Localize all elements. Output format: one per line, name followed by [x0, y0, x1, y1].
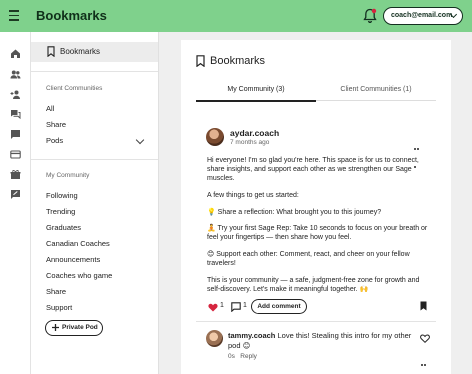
private-pod-label: Private Pod	[62, 324, 98, 331]
icon-rail	[0, 32, 31, 374]
comment-count: 1	[243, 302, 247, 309]
sidebar-item-canadian-coaches[interactable]: Canadian Coaches	[46, 239, 110, 248]
sidebar-item-support[interactable]: Support	[46, 303, 72, 312]
forum-icon[interactable]	[10, 109, 21, 120]
divider	[196, 321, 436, 322]
account-menu-button[interactable]: coach@email.com	[383, 7, 463, 25]
section-heading-my-community: My Community	[46, 172, 90, 179]
comment-timestamp: 0s	[228, 353, 235, 360]
sidebar-item-label: Bookmarks	[60, 47, 101, 56]
feedback-icon[interactable]	[10, 189, 21, 200]
add-person-icon[interactable]	[10, 89, 21, 100]
notification-bell-icon[interactable]	[363, 8, 377, 24]
bookmark-icon	[47, 46, 55, 57]
avatar[interactable]	[206, 330, 223, 347]
chevron-down-icon[interactable]	[135, 135, 145, 145]
sidebar-item-coaches-who-game[interactable]: Coaches who game	[46, 271, 112, 280]
sidebar-item-share[interactable]: Share	[46, 120, 66, 129]
section-heading-client-communities: Client Communities	[46, 85, 103, 92]
comment-body: tammy.coach Love this! Stealing this int…	[228, 331, 413, 351]
sidebar-item-graduates[interactable]: Graduates	[46, 223, 81, 232]
post-paragraph: 💡 Share a reflection: What brought you t…	[207, 209, 382, 216]
post-paragraph: 😊 Support each other: Comment, react, an…	[207, 251, 410, 267]
divider	[31, 159, 158, 160]
private-pod-button[interactable]: Private Pod	[45, 320, 103, 336]
gift-icon[interactable]	[10, 169, 21, 180]
sidebar-item-bookmarks[interactable]: Bookmarks	[31, 42, 158, 62]
comment-meta: 0s Reply	[228, 353, 257, 360]
tab-client-communities[interactable]: Client Communities (1)	[316, 86, 436, 93]
comment-author[interactable]: tammy.coach	[228, 331, 275, 340]
sidebar-item-share[interactable]: Share	[46, 287, 66, 296]
app-title: Bookmarks	[36, 8, 107, 23]
heart-outline-icon[interactable]	[420, 334, 430, 343]
reply-button[interactable]: Reply	[240, 353, 257, 360]
sidebar-item-trending[interactable]: Trending	[46, 207, 75, 216]
heart-icon[interactable]	[208, 303, 218, 312]
sidebar-item-following[interactable]: Following	[46, 191, 78, 200]
avatar[interactable]	[206, 128, 224, 146]
post-paragraph: 🧘 Try your first Sage Rep: Take 10 secon…	[207, 225, 428, 241]
like-count: 1	[220, 302, 224, 309]
account-email: coach@email.com	[391, 12, 453, 19]
card-icon[interactable]	[10, 149, 21, 160]
menu-icon[interactable]	[9, 10, 19, 22]
top-bar: Bookmarks coach@email.com	[0, 0, 472, 32]
sidebar: Bookmarks Client Communities All Share P…	[31, 32, 159, 374]
chat-icon[interactable]	[10, 129, 21, 140]
post-author[interactable]: aydar.coach	[230, 128, 279, 138]
page-title: Bookmarks	[210, 55, 266, 67]
bookmark-filled-icon[interactable]	[420, 301, 427, 311]
post-paragraph: A few things to get us started:	[207, 192, 299, 199]
active-tab-indicator	[196, 100, 316, 102]
bookmarks-panel: Bookmarks My Community (3) Client Commun…	[181, 40, 451, 374]
post-paragraph: Hi everyone! I'm so glad you're here. Th…	[207, 157, 419, 182]
people-icon[interactable]	[10, 69, 21, 80]
comment-icon[interactable]	[231, 302, 241, 312]
sidebar-item-pods[interactable]: Pods	[46, 136, 63, 145]
home-icon[interactable]	[10, 48, 21, 59]
more-options-icon[interactable]	[414, 137, 422, 168]
post-timestamp: 7 months ago	[230, 139, 270, 146]
sidebar-item-announcements[interactable]: Announcements	[46, 255, 100, 264]
sidebar-item-all[interactable]: All	[46, 104, 54, 113]
divider	[31, 71, 158, 72]
tab-my-community[interactable]: My Community (3)	[196, 86, 316, 93]
post-paragraph: This is your community — a safe, judgmen…	[207, 277, 420, 293]
add-comment-button[interactable]: Add comment	[251, 299, 307, 314]
plus-icon	[52, 324, 59, 331]
more-options-icon[interactable]	[421, 353, 429, 366]
bookmark-icon	[196, 55, 205, 67]
